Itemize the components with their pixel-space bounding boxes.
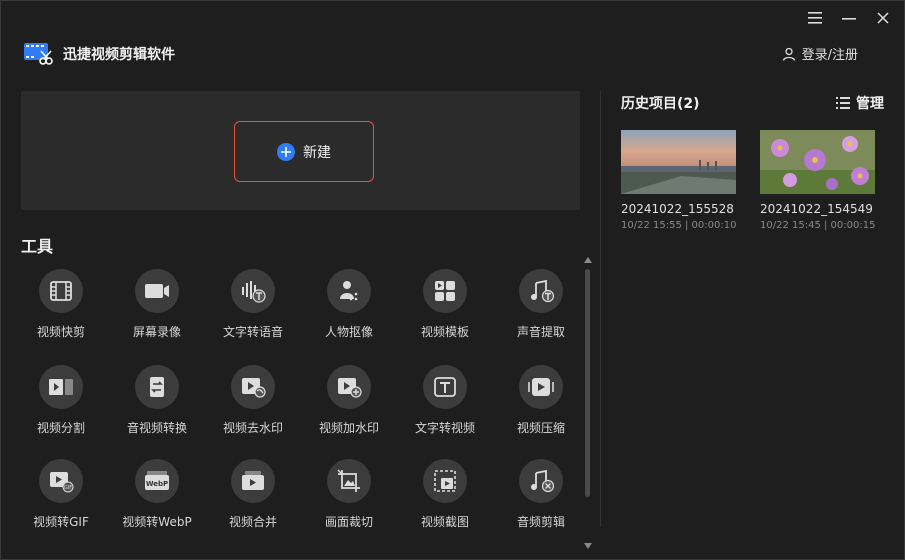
compress-icon (528, 378, 554, 396)
tool-label: 文字转视频 (414, 421, 475, 435)
tool-label: 视频转GIF (33, 515, 89, 529)
user-icon (782, 47, 795, 61)
app-window: 迅捷视频剪辑软件 登录/注册 新建 工具 视频快剪 屏幕录像 文字转语音 人物抠… (0, 0, 905, 560)
panel-divider (600, 91, 601, 527)
tool-label: 视频快剪 (36, 325, 85, 339)
svg-text:GIF: GIF (64, 485, 72, 491)
app-logo-icon (24, 43, 53, 65)
scroll-up-arrow-icon[interactable] (584, 257, 592, 263)
minimize-button[interactable] (836, 9, 862, 27)
manage-label: 管理 (856, 96, 884, 112)
tool-video-screenshot[interactable]: 视频截图 (397, 459, 493, 530)
tool-label: 视频去水印 (222, 421, 283, 435)
history-project-2[interactable]: 20241022_154549 10/22 15:45 | 00:00:15 (760, 130, 875, 231)
gif-icon: GIF (50, 472, 74, 493)
list-icon (836, 97, 850, 109)
tool-video-compress[interactable]: 视频压缩 (493, 365, 589, 436)
portrait-cutout-icon (340, 281, 358, 301)
project-meta: 10/22 15:45 | 00:00:15 (760, 220, 876, 231)
tool-label: 视频合并 (228, 515, 277, 529)
film-icon (50, 281, 72, 301)
app-title: 迅捷视频剪辑软件 (63, 47, 175, 63)
tool-video-template[interactable]: 视频模板 (397, 269, 493, 340)
screenshot-icon (434, 470, 456, 492)
tool-portrait-cutout[interactable]: 人物抠像 (301, 269, 397, 340)
project-thumbnail (621, 130, 736, 194)
history-title: 历史项目(2) (621, 96, 700, 112)
webp-icon: WebP (145, 471, 169, 490)
tools-scrollbar[interactable] (583, 257, 593, 549)
tool-video-to-gif[interactable]: GIF 视频转GIF (13, 459, 109, 530)
tool-video-split[interactable]: 视频分割 (13, 365, 109, 436)
history-project-1[interactable]: 20241022_155528 10/22 15:55 | 00:00:10 (621, 130, 736, 231)
tool-add-watermark[interactable]: 视频加水印 (301, 365, 397, 436)
tool-audio-extract[interactable]: 声音提取 (493, 269, 589, 340)
tool-label: 视频转WebP (122, 515, 192, 529)
scroll-down-arrow-icon[interactable] (584, 543, 592, 549)
project-name: 20241022_155528 (621, 202, 734, 216)
tool-screen-record[interactable]: 屏幕录像 (109, 269, 205, 340)
template-icon (435, 281, 455, 301)
menu-icon (808, 12, 822, 24)
project-meta: 10/22 15:55 | 00:00:10 (621, 220, 737, 231)
minimize-icon (842, 18, 856, 20)
tool-video-merge[interactable]: 视频合并 (205, 459, 301, 530)
tool-text-to-speech[interactable]: 文字转语音 (205, 269, 301, 340)
close-icon (877, 12, 889, 24)
plus-icon (277, 142, 295, 161)
tool-text-to-video[interactable]: 文字转视频 (397, 365, 493, 436)
tool-audio-cut[interactable]: 音频剪辑 (493, 459, 589, 530)
tool-label: 声音提取 (516, 325, 565, 339)
tool-label: 视频加水印 (318, 421, 379, 435)
tool-crop[interactable]: 画面裁切 (301, 459, 397, 530)
menu-button[interactable] (802, 9, 828, 27)
svg-text:WebP: WebP (146, 480, 168, 488)
tool-label: 画面裁切 (324, 515, 373, 529)
merge-icon (242, 471, 264, 490)
tool-label: 视频模板 (420, 325, 469, 339)
close-button[interactable] (870, 9, 896, 27)
video-split-icon (49, 379, 73, 395)
new-project-label: 新建 (303, 144, 331, 161)
login-label: 登录/注册 (801, 48, 858, 63)
add-watermark-icon (338, 378, 362, 398)
remove-watermark-icon (242, 378, 266, 398)
tool-label: 音视频转换 (126, 421, 187, 435)
project-name: 20241022_154549 (760, 202, 873, 216)
window-controls (802, 9, 896, 27)
text-to-speech-icon (242, 281, 266, 303)
login-button[interactable]: 登录/注册 (782, 44, 858, 63)
tool-label: 文字转语音 (222, 325, 283, 339)
tool-label: 人物抠像 (324, 325, 373, 339)
crop-icon (337, 469, 360, 492)
tool-video-quick-edit[interactable]: 视频快剪 (13, 269, 109, 340)
tool-label: 音频剪辑 (516, 515, 565, 529)
text-to-video-icon (434, 377, 456, 397)
tool-label: 视频压缩 (516, 421, 565, 435)
audio-extract-icon (531, 279, 554, 303)
manage-button[interactable]: 管理 (836, 93, 884, 113)
new-project-button[interactable]: 新建 (234, 121, 374, 182)
tool-av-convert[interactable]: 音视频转换 (109, 365, 205, 436)
new-project-panel: 新建 (21, 91, 580, 210)
audio-cut-icon (531, 469, 554, 493)
project-thumbnail (760, 130, 875, 194)
camera-icon (145, 284, 169, 298)
scroll-thumb[interactable] (585, 269, 590, 497)
tool-label: 视频截图 (420, 515, 469, 529)
tool-label: 视频分割 (36, 421, 85, 435)
tool-label: 屏幕录像 (132, 325, 181, 339)
tool-remove-watermark[interactable]: 视频去水印 (205, 365, 301, 436)
tool-video-to-webp[interactable]: WebP 视频转WebP (109, 459, 205, 530)
convert-icon (150, 377, 164, 397)
tools-heading: 工具 (21, 237, 54, 256)
